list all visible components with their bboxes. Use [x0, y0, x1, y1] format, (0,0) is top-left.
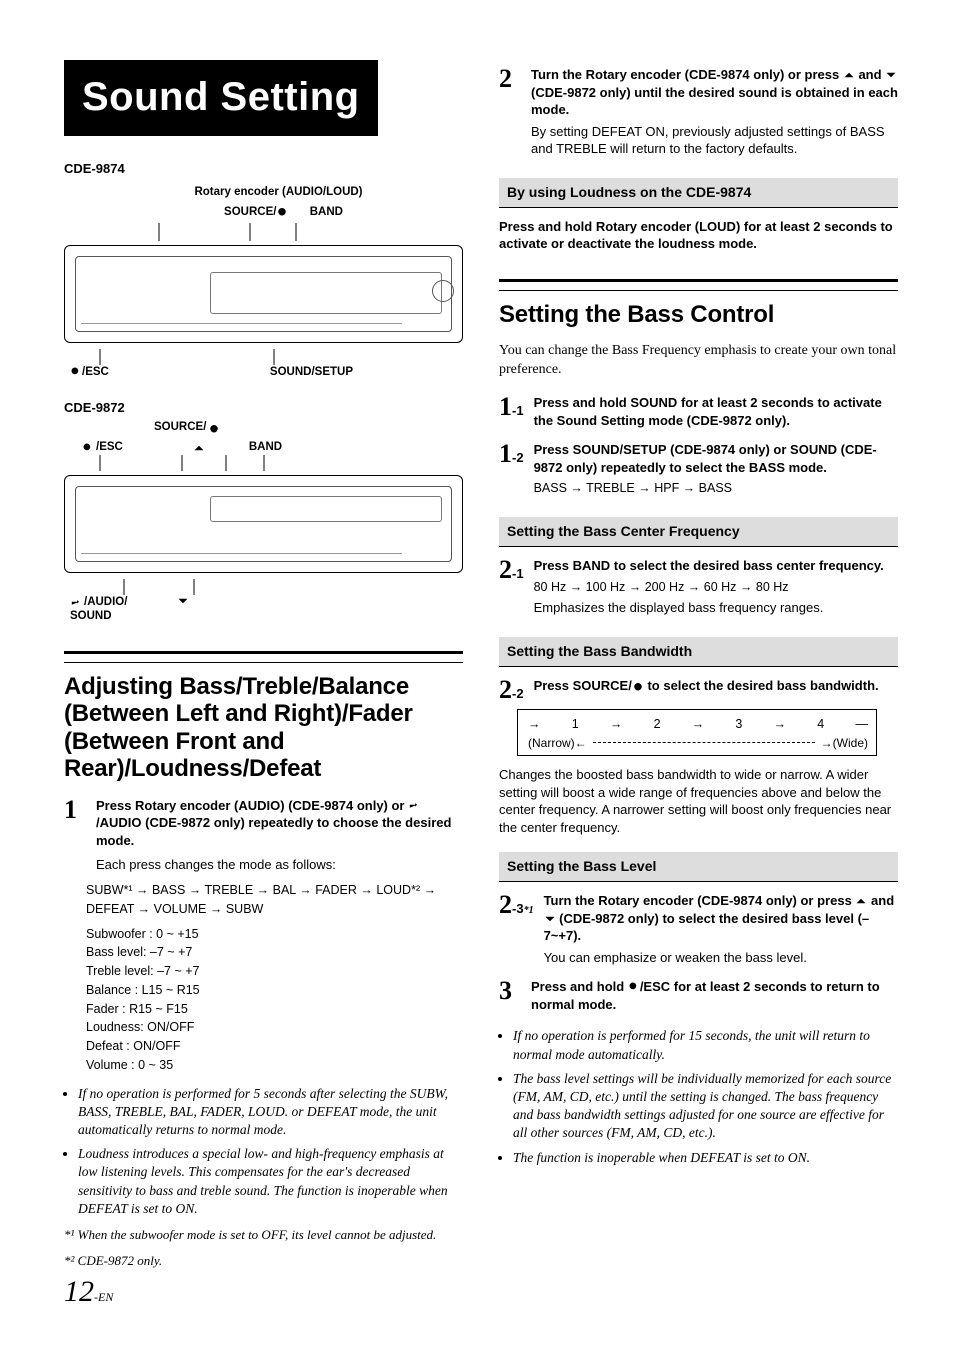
step-3: 3 Press and hold /ESC for at least 2 sec…	[499, 978, 898, 1017]
model-label-9874: CDE-9874	[64, 160, 463, 178]
anno-rotary: Rotary encoder (AUDIO/LOUD)	[194, 186, 362, 198]
subheading-bass-bw: Setting the Bass Bandwidth	[499, 637, 898, 667]
power-icon	[276, 205, 288, 217]
step-1-1: 1-1 Press and hold SOUND for at least 2 …	[499, 394, 898, 433]
bass-notes: If no operation is performed for 15 seco…	[499, 1027, 898, 1167]
section-heading-bass: Setting the Bass Control	[499, 301, 898, 329]
step-2-1: 2-1 Press BAND to select the desired bas…	[499, 557, 898, 621]
device-illustration-9874	[64, 245, 463, 343]
bass-intro: You can change the Bass Frequency emphas…	[499, 342, 898, 380]
anno-band-9872: BAND	[249, 440, 282, 456]
chevron-down-icon	[177, 595, 189, 607]
step-2-top: 2 Turn the Rotary encoder (CDE-9874 only…	[499, 66, 898, 162]
section-divider	[499, 290, 898, 291]
chevron-down-icon	[885, 69, 897, 81]
anno-source: SOURCE/	[224, 206, 288, 218]
anno-source-9872: SOURCE/	[154, 420, 220, 436]
chevron-up-icon	[193, 442, 205, 454]
notes-list: If no operation is performed for 5 secon…	[64, 1085, 463, 1219]
anno-sound-9872: SOUND	[70, 609, 112, 625]
bandwidth-diagram: →1 →2 →3 →4 — (Narrow) ←→ (Wide)	[517, 709, 877, 756]
value-ranges: Subwoofer : 0 ~ +15 Bass level: –7 ~ +7 …	[86, 925, 463, 1075]
section-divider	[64, 651, 463, 654]
step-2-3: 2-3*1 Turn the Rotary encoder (CDE-9874 …	[499, 892, 898, 970]
loop-icon	[70, 597, 82, 609]
chevron-up-icon	[855, 895, 867, 907]
loop-icon	[408, 800, 420, 812]
search-icon	[82, 442, 94, 454]
leader-lines	[64, 349, 463, 365]
bw-note: Changes the boosted bass bandwidth to wi…	[499, 766, 898, 836]
mode-cycle: SUBW*¹ → BASS → TREBLE → BAL → FADER → L…	[86, 881, 463, 919]
power-icon	[208, 422, 220, 434]
chevron-up-icon	[843, 69, 855, 81]
anno-sound-setup: SOUND/SETUP	[270, 365, 353, 381]
page-title: Sound Setting	[64, 60, 378, 136]
anno-down	[177, 595, 189, 611]
subheading-bass-center: Setting the Bass Center Frequency	[499, 517, 898, 547]
power-icon	[632, 680, 644, 692]
chevron-down-icon	[544, 913, 556, 925]
subheading-loudness: By using Loudness on the CDE-9874	[499, 178, 898, 208]
section-divider	[64, 662, 463, 663]
footnote-2: *² CDE-9872 only.	[64, 1252, 463, 1270]
section-heading-adjust: Adjusting Bass/Treble/Balance (Between L…	[64, 673, 463, 783]
section-divider	[499, 279, 898, 282]
search-icon	[628, 981, 640, 993]
anno-esc: /ESC	[70, 365, 109, 381]
page-number: 12-EN	[64, 1272, 113, 1313]
leader-lines	[64, 579, 463, 595]
step-2-2: 2-2 Press SOURCE/ to select the desired …	[499, 677, 898, 703]
leader-lines	[64, 223, 463, 241]
step-1: 1 Press Rotary encoder (AUDIO) (CDE-9874…	[64, 797, 463, 877]
loudness-body: Press and hold Rotary encoder (LOUD) for…	[499, 218, 898, 253]
search-icon	[70, 366, 82, 378]
model-label-9872: CDE-9872	[64, 399, 463, 417]
subheading-bass-level: Setting the Bass Level	[499, 852, 898, 882]
anno-band: BAND	[310, 206, 343, 218]
device-illustration-9872	[64, 475, 463, 573]
leader-lines	[64, 455, 463, 471]
anno-esc-9872: /ESC	[82, 440, 123, 456]
step-1-2: 1-2 Press SOUND/SETUP (CDE-9874 only) or…	[499, 441, 898, 501]
footnote-1: *¹ When the subwoofer mode is set to OFF…	[64, 1226, 463, 1244]
anno-up	[193, 440, 205, 456]
